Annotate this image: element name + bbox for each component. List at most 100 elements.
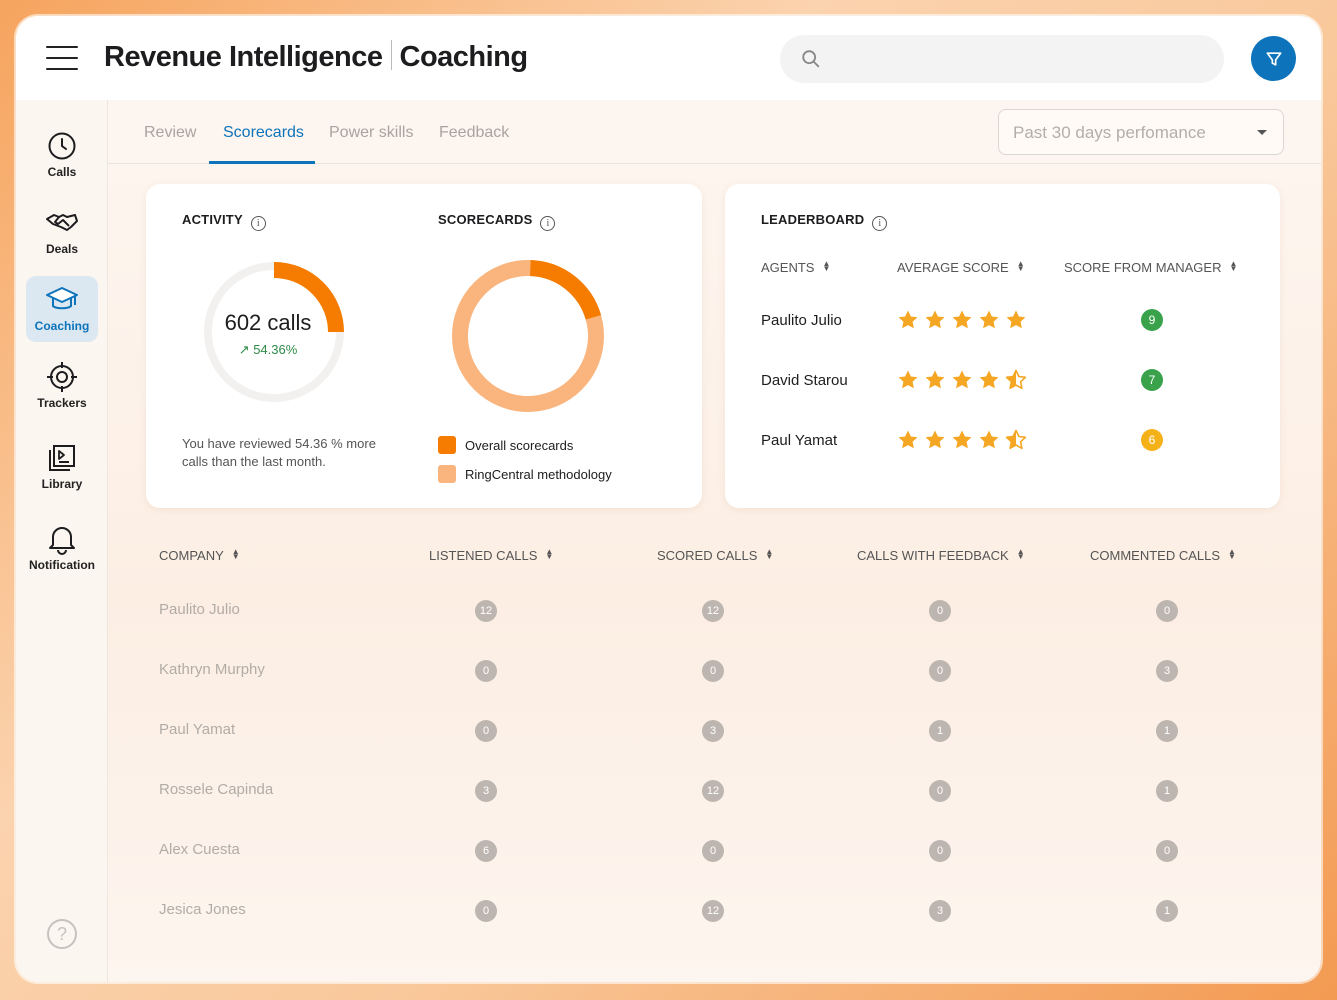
table-cell-count: 0 xyxy=(929,780,951,802)
column-header-listened-calls[interactable]: LISTENED CALLS ▲ ▼ xyxy=(429,547,554,564)
leaderboard-agent: Paul Yamat xyxy=(761,432,838,449)
tab-review[interactable]: Review xyxy=(144,124,196,142)
bell-icon xyxy=(49,527,75,555)
sort-icon: ▲ ▼ xyxy=(1228,547,1236,561)
table-cell-count: 0 xyxy=(475,900,497,922)
table-cell-count: 0 xyxy=(1156,600,1178,622)
menu-icon[interactable] xyxy=(46,46,78,70)
period-select[interactable]: Past 30 days perfomance xyxy=(998,109,1284,155)
trend-value: 54.36% xyxy=(253,342,298,357)
period-select-value: Past 30 days perfomance xyxy=(1013,123,1206,142)
table-cell-count: 12 xyxy=(702,780,724,802)
table-row-company[interactable]: Jesica Jones xyxy=(159,901,246,918)
star-rating xyxy=(897,429,1032,451)
star-icon xyxy=(898,310,918,329)
legend-ringcentral-methodology: RingCentral methodology xyxy=(438,465,612,483)
manager-score-badge: 6 xyxy=(1141,429,1163,451)
column-header-calls-with-feedback[interactable]: CALLS WITH FEEDBACK ▲ ▼ xyxy=(857,547,1025,564)
app-window: Revenue Intelligence Coaching Calls Deals… xyxy=(16,16,1321,982)
column-header-average-score[interactable]: AVERAGE SCORE ▲ ▼ xyxy=(897,259,1025,276)
column-header-agents[interactable]: AGENTS ▲ ▼ xyxy=(761,259,831,276)
sidebar-item-trackers[interactable]: Trackers xyxy=(26,353,98,419)
table-cell-count: 0 xyxy=(929,840,951,862)
table-row-company[interactable]: Alex Cuesta xyxy=(159,841,240,858)
crosshair-icon xyxy=(47,362,77,392)
sidebar-item-coaching[interactable]: Coaching xyxy=(26,276,98,342)
trend-indicator: ↗ 54.36% xyxy=(198,342,338,358)
info-icon[interactable]: i xyxy=(540,216,556,231)
star-icon xyxy=(898,430,918,449)
table-cell-count: 1 xyxy=(929,720,951,742)
table-cell-count: 1 xyxy=(1156,900,1178,922)
sidebar-item-label: Calls xyxy=(47,165,77,179)
table-cell-count: 0 xyxy=(702,840,724,862)
table-cell-count: 1 xyxy=(1156,720,1178,742)
scorecards-donut xyxy=(452,260,604,412)
table-row-company[interactable]: Paul Yamat xyxy=(159,721,235,738)
sort-icon: ▲ ▼ xyxy=(1229,259,1238,273)
star-icon xyxy=(898,370,918,389)
star-icon xyxy=(952,430,972,449)
sidebar-item-deals[interactable]: Deals xyxy=(26,199,98,265)
search-bar[interactable] xyxy=(780,35,1224,83)
sort-icon: ▲ ▼ xyxy=(822,259,831,273)
title-primary: Revenue Intelligence xyxy=(104,41,383,73)
clock-icon xyxy=(48,132,76,160)
tab-feedback[interactable]: Feedback xyxy=(439,124,509,142)
title-divider xyxy=(390,40,392,70)
tab-scorecards[interactable]: Scorecards xyxy=(223,124,304,142)
search-input[interactable] xyxy=(780,35,1224,83)
sidebar-item-label: Deals xyxy=(45,242,79,256)
sort-icon: ▲ ▼ xyxy=(1016,259,1025,273)
table-cell-count: 3 xyxy=(929,900,951,922)
sort-icon: ▲ ▼ xyxy=(545,547,554,561)
calls-count: 602 calls xyxy=(224,310,312,335)
table-row-company[interactable]: Kathryn Murphy xyxy=(159,661,265,678)
table-cell-count: 12 xyxy=(702,900,724,922)
legend-swatch xyxy=(438,436,456,454)
filter-icon xyxy=(1266,51,1281,66)
tab-power-skills[interactable]: Power skills xyxy=(329,124,413,142)
table-cell-count: 12 xyxy=(702,600,724,622)
leaderboard-agent: Paulito Julio xyxy=(761,312,842,329)
info-icon[interactable]: i xyxy=(250,216,266,231)
table-cell-count: 3 xyxy=(475,780,497,802)
star-icon xyxy=(952,370,972,389)
sidebar-item-notification[interactable]: Notification xyxy=(26,515,98,581)
column-header-commented-calls[interactable]: COMMENTED CALLS ▲ ▼ xyxy=(1090,547,1236,564)
legend-label: Overall scorecards xyxy=(465,437,574,453)
table-cell-count: 0 xyxy=(929,600,951,622)
sidebar-item-label: Trackers xyxy=(37,396,87,410)
table-row-company[interactable]: Paulito Julio xyxy=(159,601,240,618)
sidebar-item-label: Coaching xyxy=(34,319,90,333)
manager-score-badge: 9 xyxy=(1141,309,1163,331)
table-cell-count: 0 xyxy=(1156,840,1178,862)
column-header-score-from-manager[interactable]: SCORE FROM MANAGER ▲ ▼ xyxy=(1064,259,1238,276)
legend-overall-scorecards: Overall scorecards xyxy=(438,436,573,454)
table-row-company[interactable]: Rossele Capinda xyxy=(159,781,273,798)
chevron-down-icon xyxy=(1257,130,1267,135)
sidebar-item-calls[interactable]: Calls xyxy=(26,122,98,188)
column-header-company[interactable]: COMPANY ▲ ▼ xyxy=(159,548,240,564)
title-secondary: Coaching xyxy=(399,41,529,73)
sidebar-item-library[interactable]: Library xyxy=(26,434,98,500)
help-icon[interactable]: ? xyxy=(47,919,77,949)
leaderboard-agent: David Starou xyxy=(761,372,848,389)
leaderboard-title: LEADERBOARD i xyxy=(761,212,888,231)
table-cell-count: 0 xyxy=(702,660,724,682)
activity-title: ACTIVITY i xyxy=(182,212,266,231)
handshake-icon xyxy=(46,214,78,231)
manager-score-badge: 7 xyxy=(1141,369,1163,391)
sidebar: Calls Deals Coaching Trackers Library No… xyxy=(16,100,108,982)
sidebar-item-label: Library xyxy=(41,477,83,491)
activity-scorecards-card: ACTIVITY i 602 calls ↗ 54.36% You have re… xyxy=(146,184,702,508)
info-icon[interactable]: i xyxy=(872,216,888,231)
star-icon xyxy=(925,430,945,449)
legend-label: RingCentral methodology xyxy=(465,466,612,482)
leaderboard-card: LEADERBOARD i AGENTS ▲ ▼ AVERAGE SCORE ▲ ▼ SC… xyxy=(725,184,1280,508)
sort-icon: ▲ ▼ xyxy=(1016,547,1025,561)
star-icon xyxy=(952,310,972,329)
table-cell-count: 0 xyxy=(475,720,497,742)
column-header-scored-calls[interactable]: SCORED CALLS ▲ ▼ xyxy=(657,548,773,564)
filter-button[interactable] xyxy=(1251,36,1296,81)
